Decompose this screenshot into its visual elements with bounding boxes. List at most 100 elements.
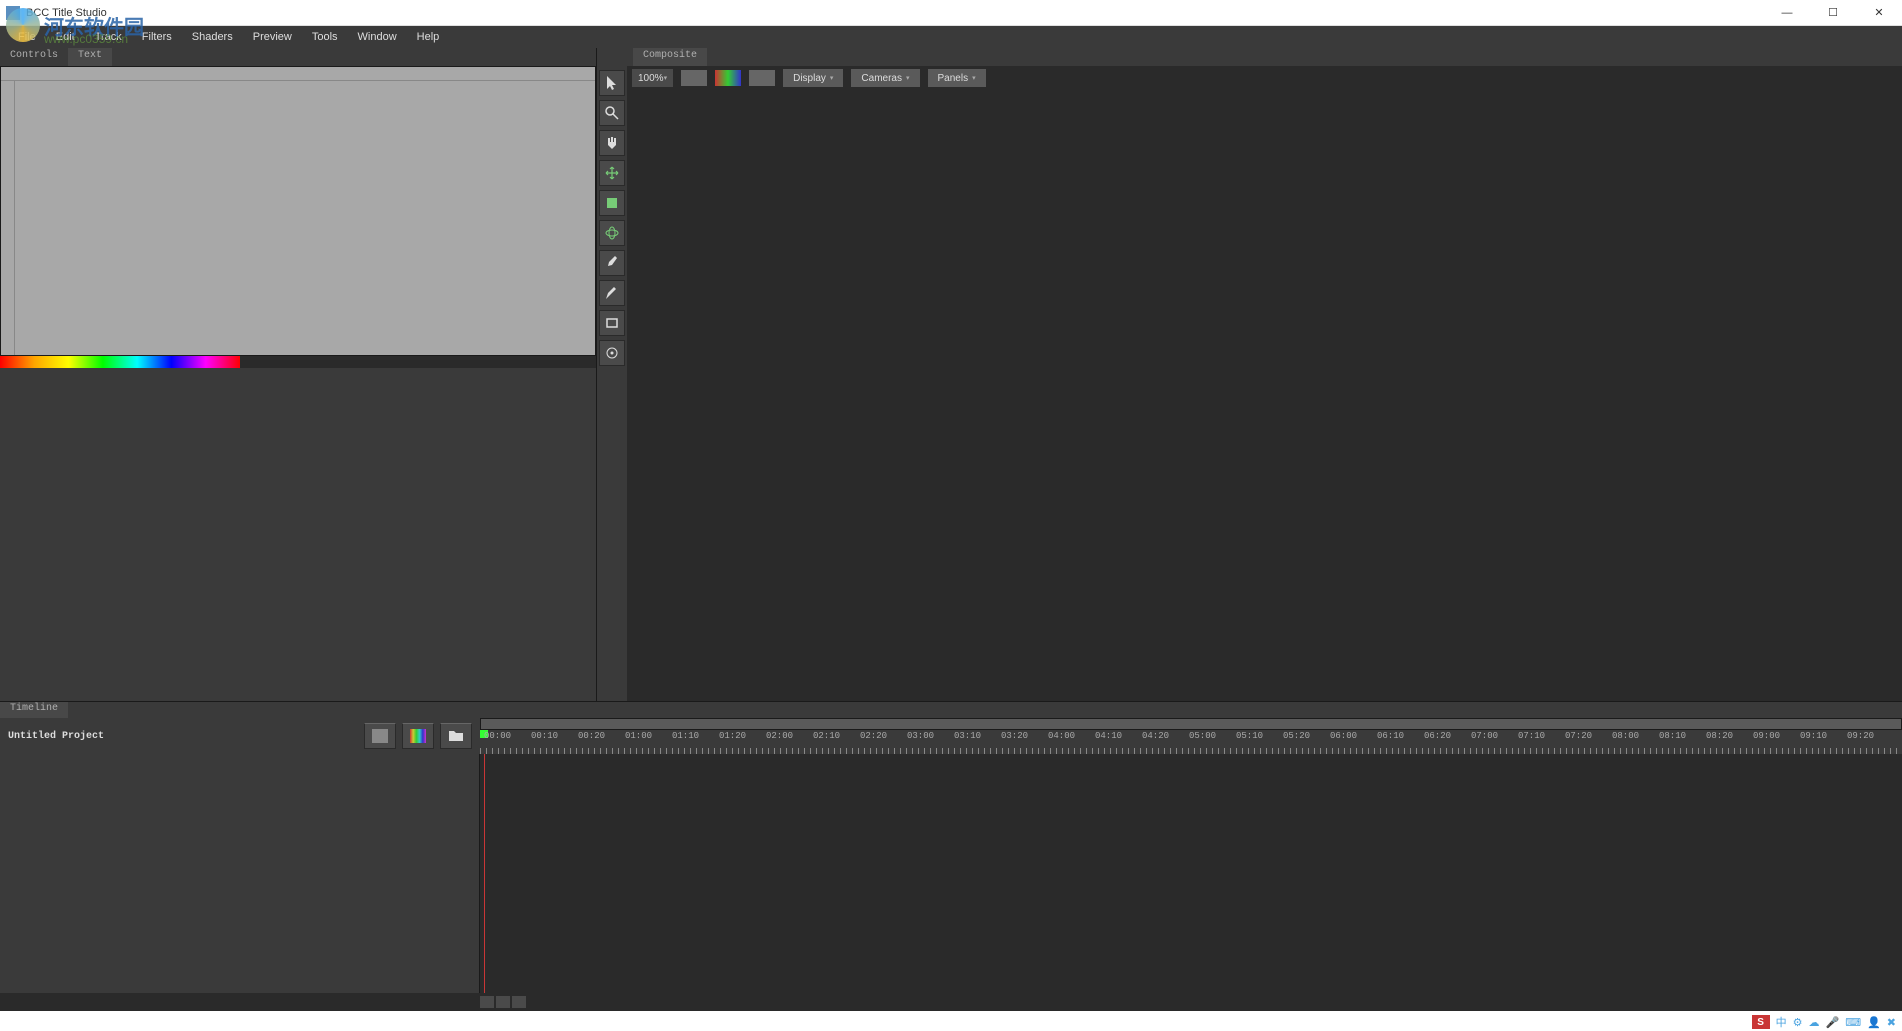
ruler-tick-label: 02:20 [860, 731, 887, 741]
ruler-tick-label: 03:00 [907, 731, 934, 741]
menu-file[interactable]: File [8, 28, 46, 46]
minimize-button[interactable]: — [1764, 0, 1810, 26]
panels-dropdown[interactable]: Panels▾ [927, 68, 987, 88]
ruler-tick-label: 01:10 [672, 731, 699, 741]
track-headers-area[interactable] [0, 754, 480, 993]
menu-help[interactable]: Help [407, 28, 450, 46]
ruler-tick-label: 08:10 [1659, 731, 1686, 741]
ruler-tick-label: 08:20 [1706, 731, 1733, 741]
ruler-tick-label: 06:10 [1377, 731, 1404, 741]
text-edit-area[interactable] [15, 81, 595, 355]
ruler-tick-label: 03:20 [1001, 731, 1028, 741]
tray-icon-5[interactable]: ⌨ [1845, 1016, 1861, 1029]
project-title: Untitled Project [8, 731, 104, 742]
title-left: BCC Title Studio [0, 6, 107, 20]
menu-preview[interactable]: Preview [243, 28, 302, 46]
ruler-tick-label: 00:20 [578, 731, 605, 741]
color-dark-strip [240, 356, 596, 368]
ruler-tick-label: 04:20 [1142, 731, 1169, 741]
display-dropdown[interactable]: Display▾ [782, 68, 844, 88]
bg-swatch[interactable] [680, 69, 708, 87]
ruler-tick-label: 01:00 [625, 731, 652, 741]
timeline-ruler[interactable]: 00:0000:1000:2001:0001:1001:2002:0002:10… [480, 730, 1902, 754]
tray-icon-1[interactable]: 中 [1776, 1014, 1787, 1030]
ruler-tick-label: 00:10 [531, 731, 558, 741]
ruler-tick-label: 04:00 [1048, 731, 1075, 741]
playhead-line[interactable] [484, 754, 485, 993]
tray-icon-3[interactable]: ☁ [1808, 1016, 1819, 1029]
mini-icon-2[interactable] [496, 996, 510, 1008]
ruler-tick-label: 02:10 [813, 731, 840, 741]
timeline-header-right: 00:0000:1000:2001:0001:1001:2002:0002:10… [480, 718, 1902, 754]
timeline-header: Untitled Project 00:00 00:10 00:20 01:00 01:… [0, 718, 1902, 754]
menu-filters[interactable]: Filters [132, 28, 182, 46]
ruler-tick-label: 06:20 [1424, 731, 1451, 741]
menu-bar: File Edit Track Filters Shaders Preview … [0, 26, 1902, 48]
timeline-body [0, 754, 1902, 993]
tracks-area[interactable] [480, 754, 1902, 993]
test-pattern-button[interactable] [402, 723, 434, 749]
timeline-tabs: Timeline [0, 702, 1902, 718]
timeline-bottom-bar [0, 993, 1902, 1011]
timeline-panel: Timeline Untitled Project 00:00 00:10 00:2… [0, 701, 1902, 1011]
pen-tool-icon[interactable] [599, 280, 625, 306]
ruler-tick-label: 00:00 [484, 731, 511, 741]
rect-tool-icon[interactable] [599, 310, 625, 336]
tray-icon-4[interactable]: 🎤 [1825, 1016, 1839, 1029]
eyedropper-tool-icon[interactable] [599, 250, 625, 276]
left-tabs: Controls Text [0, 48, 596, 66]
solid-swatch-button[interactable] [364, 723, 396, 749]
zoom-select[interactable]: 100%▾ [631, 68, 674, 88]
mini-icon-3[interactable] [512, 996, 526, 1008]
tab-text[interactable]: Text [68, 48, 112, 66]
timeline-header-buttons [364, 723, 472, 749]
ruler-tick-label: 05:10 [1236, 731, 1263, 741]
tab-timeline[interactable]: Timeline [0, 702, 68, 718]
menu-window[interactable]: Window [348, 28, 407, 46]
ruler-tick-label: 07:20 [1565, 731, 1592, 741]
3d-rotate-tool-icon[interactable] [599, 190, 625, 216]
ruler-tick-label: 09:10 [1800, 731, 1827, 741]
overview-scroll-thumb[interactable] [481, 719, 1901, 729]
ruler-tick-label: 01:20 [719, 731, 746, 741]
ruler-tick-label: 09:00 [1753, 731, 1780, 741]
move-tool-icon[interactable] [599, 160, 625, 186]
open-folder-button[interactable] [440, 723, 472, 749]
window-title: BCC Title Studio [26, 7, 107, 19]
composite-tabs: Composite [597, 48, 1902, 66]
system-tray: S 中 ⚙ ☁ 🎤 ⌨ 👤 ✖ [1746, 1013, 1902, 1031]
cameras-dropdown[interactable]: Cameras▾ [850, 68, 920, 88]
tab-composite[interactable]: Composite [633, 48, 707, 66]
window-title-bar: BCC Title Studio — ☐ ✕ [0, 0, 1902, 26]
tray-ime-icon[interactable]: S [1752, 1015, 1770, 1029]
menu-shaders[interactable]: Shaders [182, 28, 243, 46]
arrow-tool-icon[interactable] [599, 70, 625, 96]
menu-tools[interactable]: Tools [302, 28, 348, 46]
tray-icon-6[interactable]: 👤 [1867, 1016, 1881, 1029]
target-tool-icon[interactable] [599, 340, 625, 366]
orbit-tool-icon[interactable] [599, 220, 625, 246]
alpha-swatch[interactable] [748, 69, 776, 87]
app-icon [6, 6, 20, 20]
maximize-button[interactable]: ☐ [1810, 0, 1856, 26]
ruler-tick-label: 09:20 [1847, 731, 1874, 741]
mini-icon-1[interactable] [480, 996, 494, 1008]
text-canvas[interactable] [0, 66, 596, 356]
close-button[interactable]: ✕ [1856, 0, 1902, 26]
window-controls: — ☐ ✕ [1764, 0, 1902, 26]
tray-icon-2[interactable]: ⚙ [1793, 1016, 1803, 1029]
composite-top-bar: 100%▾ Display▾ Cameras▾ Panels▾ [631, 68, 987, 88]
text-ruler-top [1, 67, 595, 81]
ruler-tick-label: 06:00 [1330, 731, 1357, 741]
timeline-overview-scrollbar[interactable] [480, 718, 1902, 730]
ruler-tick-label: 08:00 [1612, 731, 1639, 741]
rgb-swatch-icon[interactable] [714, 69, 742, 87]
hand-tool-icon[interactable] [599, 130, 625, 156]
color-spectrum-icon[interactable] [0, 356, 240, 368]
zoom-tool-icon[interactable] [599, 100, 625, 126]
ruler-tick-label: 07:10 [1518, 731, 1545, 741]
tray-icon-7[interactable]: ✖ [1887, 1016, 1896, 1029]
tab-controls[interactable]: Controls [0, 48, 68, 66]
color-spectrum-row [0, 356, 596, 368]
ruler-tick-label: 04:10 [1095, 731, 1122, 741]
